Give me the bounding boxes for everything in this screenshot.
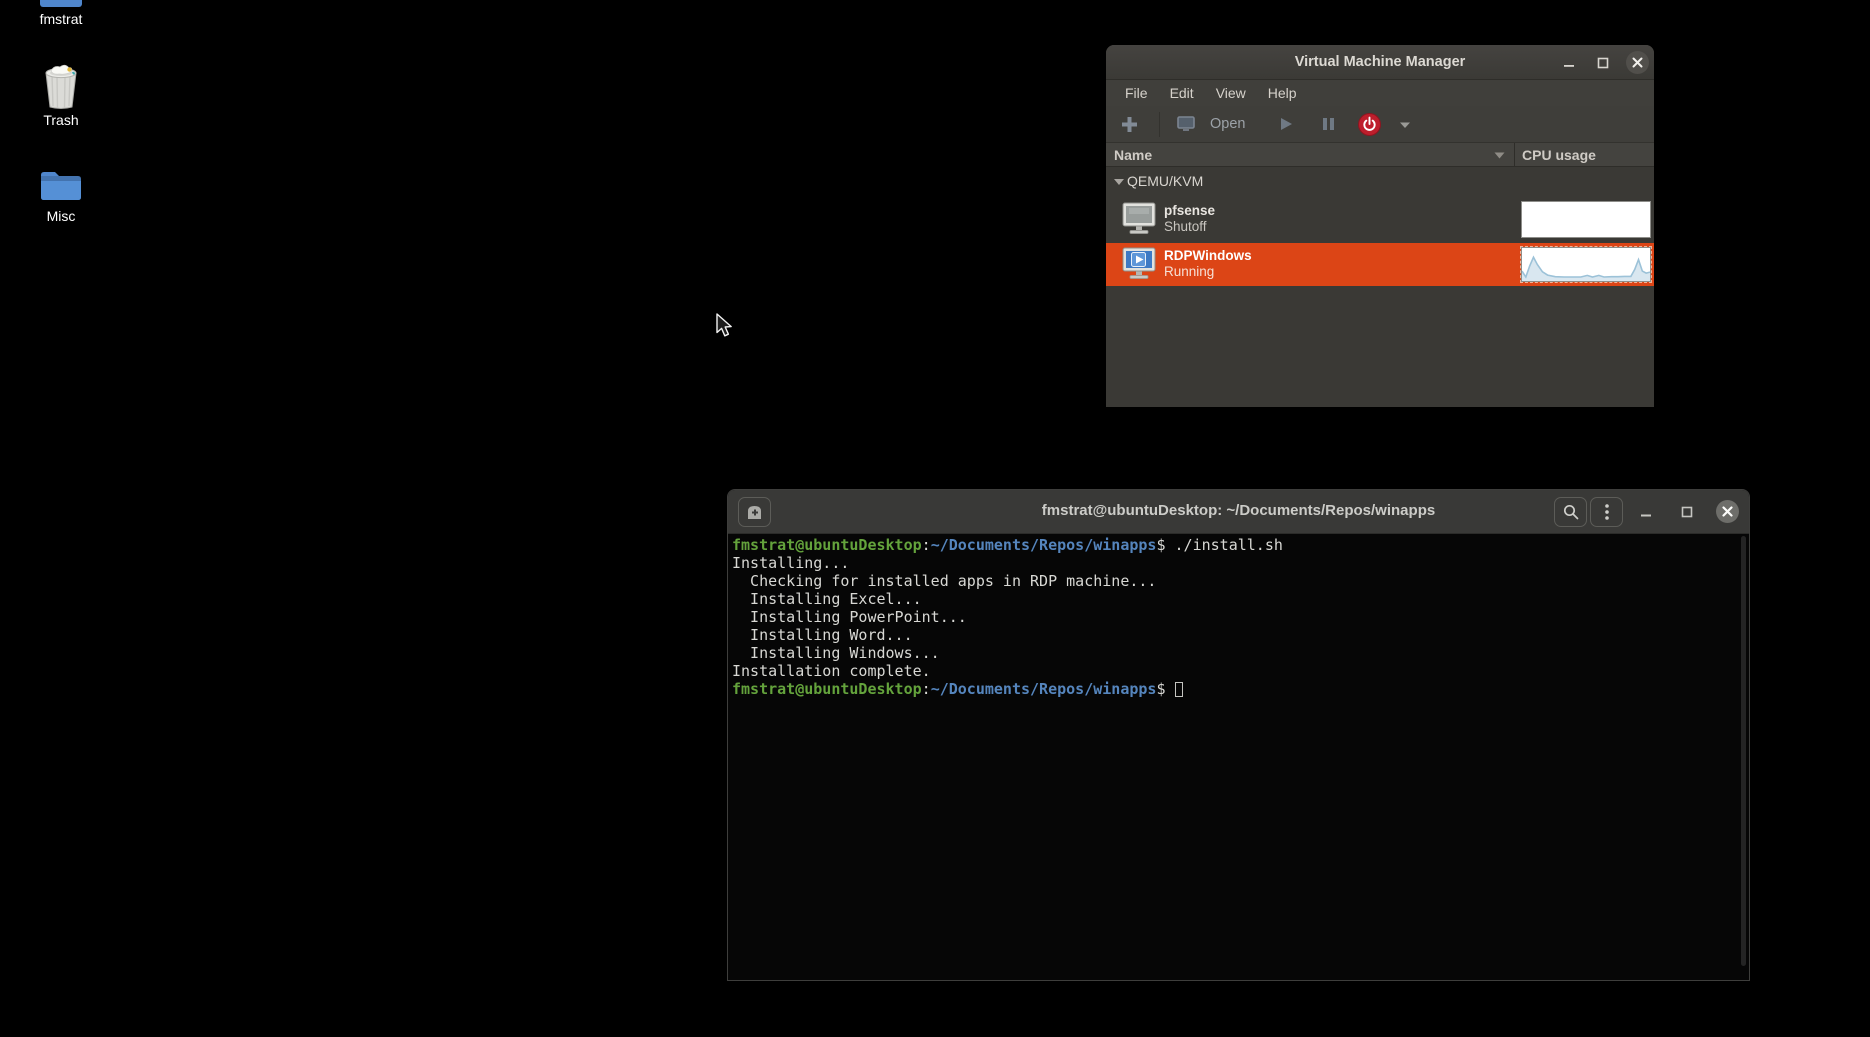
run-vm-icon[interactable] <box>1280 117 1293 131</box>
new-vm-button[interactable] <box>1121 116 1138 133</box>
vm-monitor-running-icon <box>1122 247 1156 280</box>
vmm-minimize-button[interactable] <box>1558 52 1580 74</box>
vmm-maximize-button[interactable] <box>1592 52 1614 74</box>
prompt-user-host: fmstrat@ubuntuDesktop <box>732 536 922 554</box>
terminal-output-line: Installing... <box>732 554 1748 572</box>
open-vm-button[interactable]: Open <box>1210 116 1245 132</box>
terminal-maximize-button[interactable] <box>1676 501 1698 523</box>
vm-name: pfsense <box>1164 203 1215 218</box>
terminal-cursor <box>1175 682 1183 697</box>
trash-icon <box>42 63 80 110</box>
vmm-titlebar[interactable]: Virtual Machine Manager <box>1106 45 1654 80</box>
prompt-dollar: $ <box>1156 680 1174 698</box>
vm-row-rdpwindows[interactable]: RDPWindows Running <box>1106 243 1654 286</box>
vmm-window: Virtual Machine Manager File Edit View H… <box>1106 45 1654 407</box>
close-icon <box>1722 506 1733 517</box>
prompt-path: ~/Documents/Repos/winapps <box>931 680 1157 698</box>
vm-list-header: Name CPU usage <box>1106 143 1654 167</box>
menu-help[interactable]: Help <box>1257 82 1308 104</box>
prompt-path: ~/Documents/Repos/winapps <box>931 536 1157 554</box>
menu-view[interactable]: View <box>1205 82 1257 104</box>
mouse-cursor <box>716 313 734 339</box>
menu-file[interactable]: File <box>1114 82 1159 104</box>
name-column-header[interactable]: Name <box>1114 147 1152 163</box>
desktop-icon-misc[interactable]: Misc <box>6 164 116 230</box>
shutdown-menu-caret-icon[interactable] <box>1399 121 1411 129</box>
terminal-output-line: Installation complete. <box>732 662 1748 680</box>
terminal-output-line: Installing PowerPoint... <box>732 608 1748 626</box>
vm-group-row[interactable]: QEMU/KVM <box>1106 167 1654 195</box>
desktop-icon-label: Misc <box>6 208 116 224</box>
cpu-usage-graph-rdpwindows <box>1521 247 1651 282</box>
vmm-menubar: File Edit View Help <box>1106 80 1654 106</box>
vmm-toolbar: Open <box>1106 106 1654 143</box>
sort-caret-icon <box>1494 152 1505 159</box>
vm-row-pfsense[interactable]: pfsense Shutoff <box>1106 195 1654 243</box>
expander-caret-icon[interactable] <box>1113 178 1125 186</box>
folder-icon <box>40 0 82 7</box>
terminal-minimize-button[interactable] <box>1635 501 1657 523</box>
terminal-scrollbar[interactable] <box>1741 536 1746 966</box>
cpu-usage-graph-pfsense <box>1521 201 1651 238</box>
menu-button[interactable] <box>1590 497 1623 527</box>
desktop-icon-label: fmstrat <box>6 11 116 27</box>
menu-edit[interactable]: Edit <box>1159 82 1205 104</box>
toolbar-separator <box>1159 112 1160 137</box>
vmm-close-button[interactable] <box>1626 51 1649 74</box>
terminal-output-line: Checking for installed apps in RDP machi… <box>732 572 1748 590</box>
terminal-output-line: Installing Windows... <box>732 644 1748 662</box>
minimize-icon <box>1563 57 1575 69</box>
prompt-colon: : <box>922 536 931 554</box>
folder-icon <box>39 167 83 201</box>
desktop-icon-fmstrat[interactable]: fmstrat <box>6 0 116 32</box>
vm-status: Running <box>1164 264 1214 279</box>
prompt-user-host: fmstrat@ubuntuDesktop <box>732 680 922 698</box>
vm-monitor-icon <box>1122 202 1156 235</box>
search-button[interactable] <box>1554 497 1587 527</box>
terminal-content[interactable]: fmstrat@ubuntuDesktop:~/Documents/Repos/… <box>729 534 1748 980</box>
search-icon <box>1563 504 1579 520</box>
terminal-close-button[interactable] <box>1716 500 1739 523</box>
maximize-icon <box>1597 57 1609 69</box>
cpu-sparkline <box>1522 248 1650 281</box>
terminal-output-line: Installing Excel... <box>732 590 1748 608</box>
vm-name: RDPWindows <box>1164 248 1252 263</box>
desktop-icon-label: Trash <box>6 112 116 128</box>
vm-list: QEMU/KVM pfsense Shutoff <box>1106 167 1654 407</box>
pause-vm-icon[interactable] <box>1322 117 1335 131</box>
minimize-icon <box>1640 506 1652 518</box>
prompt-colon: : <box>922 680 931 698</box>
column-divider[interactable] <box>1514 143 1515 167</box>
terminal-prompt-line: fmstrat@ubuntuDesktop:~/Documents/Repos/… <box>732 536 1748 554</box>
maximize-icon <box>1681 506 1693 518</box>
terminal-window: fmstrat@ubuntuDesktop: ~/Documents/Repos… <box>727 489 1750 981</box>
open-vm-icon <box>1177 116 1195 132</box>
terminal-output-line: Installing Word... <box>732 626 1748 644</box>
cpu-column-header[interactable]: CPU usage <box>1522 147 1596 163</box>
close-icon <box>1632 57 1643 68</box>
vm-status: Shutoff <box>1164 219 1207 234</box>
prompt-command: $ ./install.sh <box>1156 536 1282 554</box>
desktop-icon-trash[interactable]: Trash <box>6 60 116 130</box>
kebab-menu-icon <box>1605 504 1609 520</box>
vm-group-label: QEMU/KVM <box>1127 173 1203 189</box>
shutdown-vm-button[interactable] <box>1358 113 1381 136</box>
terminal-prompt-line: fmstrat@ubuntuDesktop:~/Documents/Repos/… <box>732 680 1748 698</box>
terminal-titlebar[interactable]: fmstrat@ubuntuDesktop: ~/Documents/Repos… <box>728 490 1749 534</box>
